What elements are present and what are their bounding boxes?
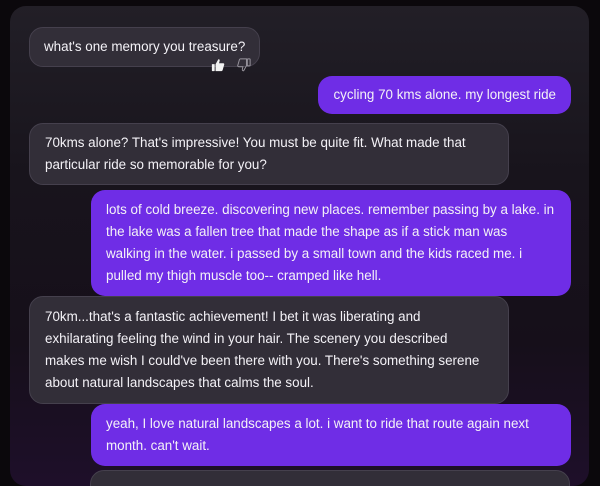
message-line: month. can't wait. (106, 438, 210, 453)
user-message: lots of cold breeze. discovering new pla… (91, 190, 571, 296)
thumbs-up-icon[interactable] (210, 58, 226, 72)
message-line: yeah, I love natural landscapes a lot. i… (106, 416, 529, 431)
message-line: pulled my thigh muscle too-- cramped lik… (106, 268, 382, 283)
bot-message: 70kms alone? That's impressive! You must… (29, 123, 509, 185)
bot-message-partial (90, 470, 570, 486)
chat-window: what's one memory you treasure? cycling … (10, 6, 589, 486)
message-line: 70kms alone? That's impressive! You must… (45, 135, 466, 150)
user-message: yeah, I love natural landscapes a lot. i… (91, 404, 571, 466)
message-line: lots of cold breeze. discovering new pla… (106, 202, 555, 217)
message-line: particular ride so memorable for you? (45, 157, 267, 172)
message-feedback (210, 58, 252, 72)
bot-message: 70km...that's a fantastic achievement! I… (29, 296, 509, 404)
user-message: cycling 70 kms alone. my longest ride (318, 76, 571, 114)
message-line: 70km...that's a fantastic achievement! I… (45, 309, 421, 324)
message-line: the lake was a fallen tree that made the… (106, 224, 508, 239)
message-line: makes me wish I could've been there with… (45, 353, 480, 368)
message-line: about natural landscapes that calms the … (45, 375, 314, 390)
message-line: exhilarating feeling the wind in your ha… (45, 331, 448, 346)
message-text: cycling 70 kms alone. my longest ride (333, 87, 556, 102)
message-line: walking in the water. i passed by a smal… (106, 246, 523, 261)
thumbs-down-icon[interactable] (236, 58, 252, 72)
message-text: what's one memory you treasure? (44, 39, 246, 54)
